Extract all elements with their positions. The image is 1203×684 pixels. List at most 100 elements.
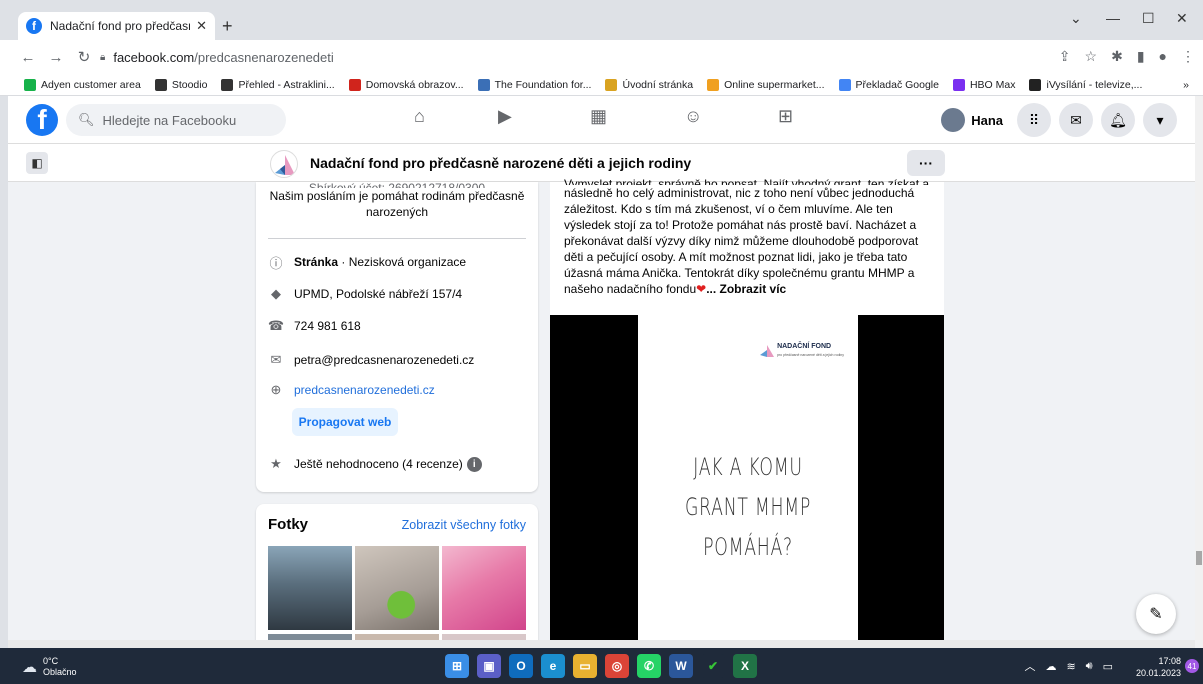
search-input[interactable]: 🔍︎ Hledejte na Facebooku xyxy=(66,104,286,136)
photo-thumbnail[interactable] xyxy=(268,546,352,630)
bookmarks-overflow-icon[interactable]: » xyxy=(1183,79,1189,91)
profile-button[interactable]: Hana xyxy=(941,108,1003,132)
wifi-icon[interactable]: ≋ xyxy=(1066,660,1075,673)
scroll-thumb[interactable] xyxy=(1196,551,1202,565)
home-icon[interactable]: ⌂ xyxy=(414,106,425,127)
bookmark-label: iVysílání - televize,... xyxy=(1046,78,1143,91)
bookmark-label: Domovská obrazov... xyxy=(365,78,464,91)
file-explorer-icon[interactable]: ▭ xyxy=(573,654,597,678)
outlook-icon[interactable]: O xyxy=(509,654,533,678)
edge-icon[interactable]: e xyxy=(541,654,565,678)
watch-icon[interactable]: ▶ xyxy=(498,106,512,127)
bookmark-favicon-icon xyxy=(952,78,965,91)
bio-clipped-line: Sbírkový účet: 2690212718/0300 xyxy=(308,181,486,188)
reload-icon[interactable]: ↻ xyxy=(70,48,98,66)
bookmark-label: Adyen customer area xyxy=(41,78,141,91)
page-bio: Sbírkový účet: 2690212718/0300 Našim pos… xyxy=(256,180,538,220)
clock[interactable]: 17:08 20.01.2023 xyxy=(1136,655,1181,679)
word-icon[interactable]: W xyxy=(669,654,693,678)
rating-info-icon[interactable]: i xyxy=(466,456,482,472)
post-image[interactable]: NADAČNÍ FOND pro předčasně narozené děti … xyxy=(550,315,944,648)
photo-thumbnail[interactable] xyxy=(355,546,439,630)
menu-grid-icon[interactable]: ⠿ xyxy=(1017,103,1051,137)
excel-icon[interactable]: X xyxy=(733,654,757,678)
heart-icon: ❤ xyxy=(696,282,707,296)
tray-chevron-icon[interactable]: ︿ xyxy=(1024,658,1035,674)
volume-icon[interactable]: 🔊︎ xyxy=(1086,660,1093,673)
page-avatar[interactable] xyxy=(270,150,298,178)
bookmark-item[interactable]: Domovská obrazov... xyxy=(348,78,464,91)
bookmark-item[interactable]: Adyen customer area xyxy=(24,78,141,91)
bookmark-label: Úvodní stránka xyxy=(622,78,694,91)
profile-icon[interactable]: ● xyxy=(1159,48,1167,65)
start-icon[interactable]: ⊞ xyxy=(445,654,469,678)
tab-search-icon[interactable]: ⌄ xyxy=(1070,10,1082,27)
user-name: Hana xyxy=(971,112,1003,128)
share-icon[interactable]: ⇪ xyxy=(1059,48,1071,65)
bookmark-label: Stoodio xyxy=(171,78,208,91)
vertical-scrollbar[interactable] xyxy=(1195,96,1203,648)
poster-headline: JAK A KOMU GRANT MHMP POMÁHÁ? xyxy=(669,447,827,567)
bookmark-favicon-icon xyxy=(1029,78,1042,91)
new-message-icon[interactable]: ✎ xyxy=(1136,594,1176,634)
close-tab-icon[interactable]: ✕ xyxy=(196,18,207,34)
close-window-icon[interactable]: ✕ xyxy=(1176,10,1188,27)
address-row: ◆ UPMD, Podolské nábřeží 157/4 xyxy=(268,286,462,302)
bookmark-label: Přehled - Astraklini... xyxy=(238,78,335,91)
see-more-link[interactable]: ... Zobrazit víc xyxy=(706,282,786,296)
intro-card: Sbírkový účet: 2690212718/0300 Našim pos… xyxy=(256,180,538,492)
post-card: Vymyslet projekt, správně ho popsat. Naj… xyxy=(550,177,944,648)
bookmark-item[interactable]: Úvodní stránka xyxy=(605,78,694,91)
more-options-button[interactable]: ··· xyxy=(907,150,945,176)
address-bar[interactable]: 🔒︎ facebook.com/predcasnenarozenedeti xyxy=(100,45,1100,69)
taskbar-apps: ⊞ ▣ O e ▭ ◎ ✆ W ✔ X xyxy=(445,654,757,678)
bookmark-item[interactable]: Překladač Google xyxy=(838,78,939,91)
gaming-icon[interactable]: ⊞ xyxy=(778,106,793,127)
notification-badge[interactable]: 41 xyxy=(1185,659,1199,673)
onedrive-icon[interactable]: ☁ xyxy=(1045,660,1056,673)
maximize-icon[interactable]: ☐ xyxy=(1142,10,1155,27)
whatsapp-icon[interactable]: ✆ xyxy=(637,654,661,678)
messenger-icon[interactable]: ✉ xyxy=(1059,103,1093,137)
switch-profile-icon[interactable]: ◧ xyxy=(26,152,48,174)
bookmark-star-icon[interactable]: ☆ xyxy=(1085,48,1098,65)
extensions-icon[interactable]: ✱ xyxy=(1111,48,1123,65)
post-body: následně ho celý administrovat, nic z to… xyxy=(564,186,919,296)
forward-icon[interactable]: → xyxy=(42,49,70,66)
new-tab-button[interactable]: + xyxy=(222,16,233,37)
back-icon[interactable]: ← xyxy=(14,49,42,66)
teams-icon[interactable]: ▣ xyxy=(477,654,501,678)
bookmark-favicon-icon xyxy=(154,78,167,91)
horizontal-scrollbar[interactable] xyxy=(8,640,1195,648)
marketplace-icon[interactable]: ▦ xyxy=(590,106,607,127)
chrome-menu-icon[interactable]: ⋮ xyxy=(1181,48,1195,65)
address-text: UPMD, Podolské nábřeží 157/4 xyxy=(294,287,463,301)
minimize-icon[interactable]: — xyxy=(1106,10,1120,26)
promote-website-button[interactable]: Propagovat web xyxy=(292,408,398,436)
rating-text: Ještě nehodnoceno (4 recenze) xyxy=(294,457,463,471)
bookmark-item[interactable]: The Foundation for... xyxy=(477,78,591,91)
bookmark-item[interactable]: HBO Max xyxy=(952,78,1015,91)
phone-text: 724 981 618 xyxy=(294,319,361,333)
bookmark-item[interactable]: Přehled - Astraklini... xyxy=(221,78,335,91)
bookmarks-bar: Adyen customer area Stoodio Přehled - Astr… xyxy=(0,74,1203,96)
account-chevron-icon[interactable]: ▾ xyxy=(1143,103,1177,137)
chrome-icon[interactable]: ◎ xyxy=(605,654,629,678)
battery-icon[interactable]: ▭ xyxy=(1103,660,1113,673)
facebook-logo-icon[interactable]: f xyxy=(26,104,58,136)
bio-text: Našim posláním je pomáhat rodinám předča… xyxy=(269,189,525,219)
toolbar-actions: ⇪ ☆ ✱ ▮ ● ⋮ xyxy=(1059,48,1195,65)
bookmark-item[interactable]: Online supermarket... xyxy=(707,78,825,91)
sidepanel-icon[interactable]: ▮ xyxy=(1137,48,1145,65)
photo-thumbnail[interactable] xyxy=(442,546,526,630)
checkmark-app-icon[interactable]: ✔ xyxy=(701,654,725,678)
weather-widget[interactable]: ☁ 0°C Oblačno xyxy=(22,656,77,678)
bookmark-item[interactable]: iVysílání - televize,... xyxy=(1029,78,1143,91)
photos-title: Fotky xyxy=(268,516,309,533)
website-link[interactable]: predcasnenarozenedeti.cz xyxy=(294,383,435,397)
see-all-photos-link[interactable]: Zobrazit všechny fotky xyxy=(402,518,526,532)
browser-tab[interactable]: f Nadační fond pro předčasně nar ✕ xyxy=(18,12,215,40)
groups-icon[interactable]: ☺ xyxy=(684,106,702,127)
bookmark-item[interactable]: Stoodio xyxy=(154,78,208,91)
notifications-icon[interactable]: 🔔︎ xyxy=(1101,103,1135,137)
